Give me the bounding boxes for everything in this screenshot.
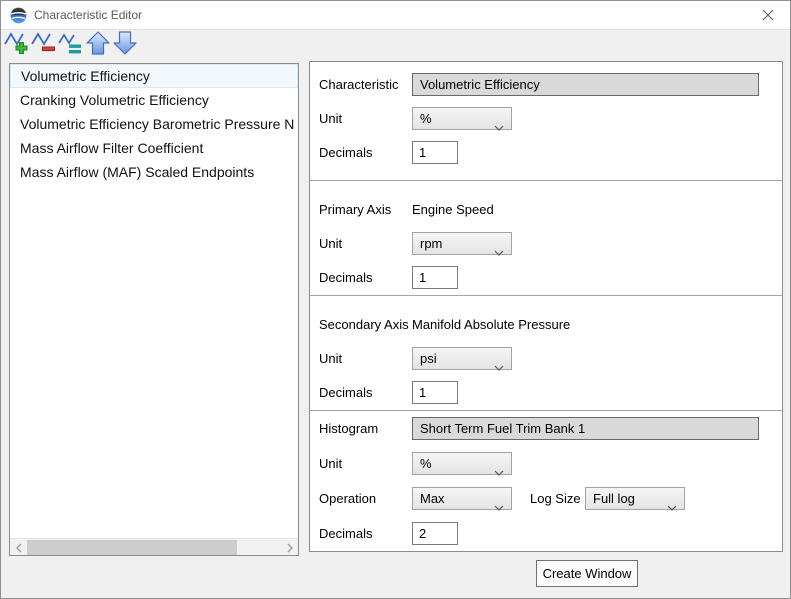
histogram-operation-select[interactable]: Max	[412, 487, 512, 510]
chevron-down-icon	[494, 496, 504, 517]
secondary-axis-value: Manifold Absolute Pressure	[412, 313, 570, 336]
log-size-label: Log Size	[530, 487, 581, 510]
scroll-left-icon[interactable]	[10, 539, 27, 556]
histogram-operation-value: Max	[420, 491, 445, 506]
characteristic-label: Characteristic	[319, 73, 398, 96]
primary-axis-unit-value: rpm	[420, 236, 442, 251]
primary-axis-decimals-input[interactable]	[412, 266, 458, 289]
characteristic-editor-window: Characteristic Editor	[0, 0, 791, 599]
characteristic-value-box: Volumetric Efficiency	[412, 73, 759, 96]
decimals-label: Decimals	[319, 381, 372, 404]
chevron-down-icon	[667, 496, 677, 517]
decimals-label: Decimals	[319, 522, 372, 545]
list-item[interactable]: Mass Airflow Filter Coefficient	[10, 136, 298, 160]
edit-characteristic-button[interactable]	[57, 32, 84, 59]
primary-axis-value: Engine Speed	[412, 198, 494, 221]
section-secondary-axis: Secondary Axis Manifold Absolute Pressur…	[310, 295, 782, 410]
move-up-button[interactable]	[84, 32, 111, 59]
unit-label: Unit	[319, 347, 342, 370]
add-characteristic-button[interactable]	[3, 32, 30, 59]
window-title: Characteristic Editor	[34, 1, 142, 30]
histogram-decimals-input[interactable]	[412, 522, 458, 545]
unit-label: Unit	[319, 452, 342, 475]
characteristic-unit-select[interactable]: %	[412, 107, 512, 130]
operation-label: Operation	[319, 487, 376, 510]
arrow-up-icon	[85, 30, 111, 61]
log-size-value: Full log	[593, 491, 635, 506]
primary-axis-label: Primary Axis	[319, 198, 391, 221]
histogram-label: Histogram	[319, 417, 378, 440]
section-characteristic: Characteristic Volumetric Efficiency Uni…	[310, 62, 782, 180]
section-primary-axis: Primary Axis Engine Speed Unit rpm Decim…	[310, 180, 782, 295]
move-down-button[interactable]	[111, 32, 138, 59]
list-item[interactable]: Cranking Volumetric Efficiency	[10, 88, 298, 112]
decimals-label: Decimals	[319, 141, 372, 164]
scrollbar-thumb[interactable]	[27, 540, 237, 555]
histogram-value-box: Short Term Fuel Trim Bank 1	[412, 417, 759, 440]
characteristic-unit-value: %	[420, 111, 432, 126]
app-logo-icon	[10, 7, 27, 24]
remove-characteristic-button[interactable]	[30, 32, 57, 59]
edit-curve-icon	[58, 30, 84, 61]
remove-curve-icon	[31, 30, 57, 61]
close-button[interactable]	[752, 1, 784, 29]
decimals-label: Decimals	[319, 266, 372, 289]
list-item[interactable]: Volumetric Efficiency Barometric Pressur…	[10, 112, 298, 136]
list-item[interactable]: Volumetric Efficiency	[10, 64, 298, 88]
characteristic-decimals-input[interactable]	[412, 141, 458, 164]
histogram-unit-select[interactable]: %	[412, 452, 512, 475]
add-curve-icon	[4, 30, 30, 61]
secondary-axis-unit-select[interactable]: psi	[412, 347, 512, 370]
characteristic-list: Volumetric Efficiency Cranking Volumetri…	[9, 63, 299, 556]
unit-label: Unit	[319, 232, 342, 255]
create-window-button[interactable]: Create Window	[536, 560, 638, 587]
toolbar	[1, 31, 790, 59]
titlebar: Characteristic Editor	[1, 1, 790, 30]
log-size-select[interactable]: Full log	[585, 487, 685, 510]
histogram-unit-value: %	[420, 456, 432, 471]
primary-axis-unit-select[interactable]: rpm	[412, 232, 512, 255]
secondary-axis-label: Secondary Axis	[319, 313, 409, 336]
unit-label: Unit	[319, 107, 342, 130]
section-histogram: Histogram Short Term Fuel Trim Bank 1 Un…	[310, 410, 782, 552]
list-item[interactable]: Mass Airflow (MAF) Scaled Endpoints	[10, 160, 298, 184]
secondary-axis-decimals-input[interactable]	[412, 381, 458, 404]
secondary-axis-unit-value: psi	[420, 351, 437, 366]
chevron-down-icon	[494, 461, 504, 482]
editor-form-panel: Characteristic Volumetric Efficiency Uni…	[309, 61, 783, 552]
chevron-down-icon	[494, 116, 504, 137]
horizontal-scrollbar[interactable]	[10, 538, 298, 555]
chevron-down-icon	[494, 241, 504, 262]
scroll-right-icon[interactable]	[281, 539, 298, 556]
chevron-down-icon	[494, 356, 504, 377]
arrow-down-icon	[112, 30, 138, 61]
